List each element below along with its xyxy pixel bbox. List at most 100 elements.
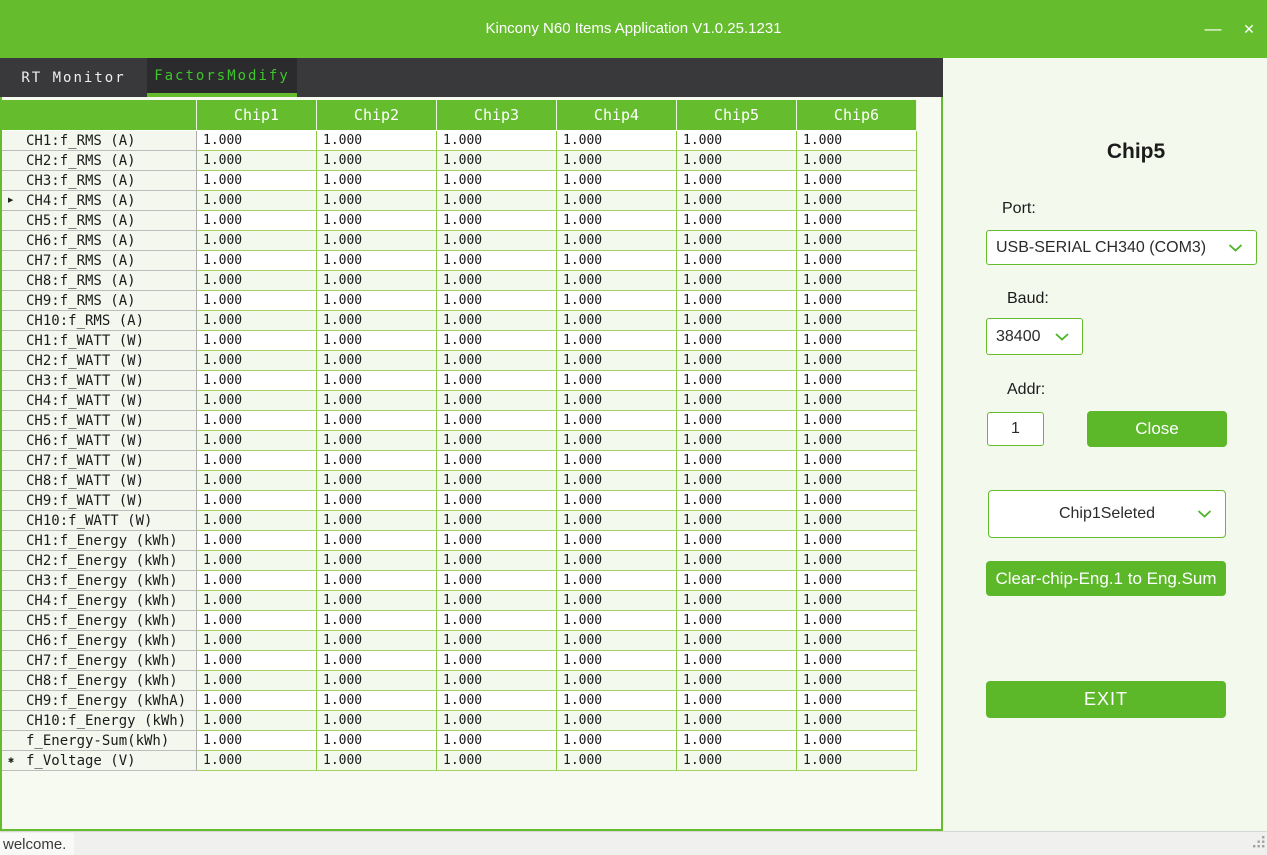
chip-select[interactable]: Chip1Seleted — [988, 490, 1226, 538]
table-cell[interactable]: 1.000 — [317, 391, 437, 411]
table-cell[interactable]: 1.000 — [317, 151, 437, 171]
close-port-button[interactable]: Close — [1087, 411, 1227, 447]
table-cell[interactable]: 1.000 — [677, 571, 797, 591]
table-cell[interactable]: 1.000 — [317, 611, 437, 631]
table-cell[interactable]: 1.000 — [797, 471, 917, 491]
table-cell[interactable]: 1.000 — [437, 351, 557, 371]
row-header[interactable]: ▶ CH4:f_RMS (A) — [2, 191, 197, 211]
row-header[interactable]: CH5:f_Energy (kWh) — [2, 611, 197, 631]
table-cell[interactable]: 1.000 — [317, 371, 437, 391]
table-cell[interactable]: 1.000 — [797, 691, 917, 711]
row-header[interactable]: CH8:f_Energy (kWh) — [2, 671, 197, 691]
table-cell[interactable]: 1.000 — [797, 511, 917, 531]
table-cell[interactable]: 1.000 — [557, 411, 677, 431]
table-cell[interactable]: 1.000 — [797, 311, 917, 331]
table-cell[interactable]: 1.000 — [317, 171, 437, 191]
table-cell[interactable]: 1.000 — [797, 251, 917, 271]
table-cell[interactable]: 1.000 — [197, 271, 317, 291]
table-cell[interactable]: 1.000 — [437, 671, 557, 691]
table-cell[interactable]: 1.000 — [197, 211, 317, 231]
table-cell[interactable]: 1.000 — [677, 651, 797, 671]
table-cell[interactable]: 1.000 — [677, 511, 797, 531]
table-cell[interactable]: 1.000 — [317, 191, 437, 211]
table-cell[interactable]: 1.000 — [677, 711, 797, 731]
table-cell[interactable]: 1.000 — [797, 671, 917, 691]
table-cell[interactable]: 1.000 — [557, 271, 677, 291]
row-header[interactable]: CH10:f_Energy (kWh) — [2, 711, 197, 731]
row-header[interactable]: CH6:f_RMS (A) — [2, 231, 197, 251]
table-cell[interactable]: 1.000 — [437, 531, 557, 551]
table-cell[interactable]: 1.000 — [197, 431, 317, 451]
column-header-chip6[interactable]: Chip6 — [797, 100, 917, 131]
table-cell[interactable]: 1.000 — [197, 551, 317, 571]
table-cell[interactable]: 1.000 — [557, 511, 677, 531]
row-header[interactable]: CH8:f_WATT (W) — [2, 471, 197, 491]
table-cell[interactable]: 1.000 — [317, 271, 437, 291]
table-cell[interactable]: 1.000 — [557, 571, 677, 591]
table-cell[interactable]: 1.000 — [677, 171, 797, 191]
addr-input[interactable]: 1 — [987, 412, 1044, 446]
table-cell[interactable]: 1.000 — [797, 131, 917, 151]
table-cell[interactable]: 1.000 — [557, 531, 677, 551]
port-select[interactable]: USB-SERIAL CH340 (COM3) — [986, 230, 1257, 265]
table-cell[interactable]: 1.000 — [557, 631, 677, 651]
table-cell[interactable]: 1.000 — [197, 731, 317, 751]
table-cell[interactable]: 1.000 — [797, 271, 917, 291]
table-cell[interactable]: 1.000 — [677, 131, 797, 151]
table-cell[interactable]: 1.000 — [317, 291, 437, 311]
row-header[interactable]: CH3:f_RMS (A) — [2, 171, 197, 191]
table-cell[interactable]: 1.000 — [797, 651, 917, 671]
table-cell[interactable]: 1.000 — [437, 711, 557, 731]
table-cell[interactable]: 1.000 — [797, 291, 917, 311]
table-cell[interactable]: 1.000 — [797, 191, 917, 211]
table-cell[interactable]: 1.000 — [797, 491, 917, 511]
table-cell[interactable]: 1.000 — [797, 551, 917, 571]
table-cell[interactable]: 1.000 — [677, 251, 797, 271]
table-cell[interactable]: 1.000 — [797, 391, 917, 411]
table-cell[interactable]: 1.000 — [197, 171, 317, 191]
table-cell[interactable]: 1.000 — [677, 611, 797, 631]
row-header[interactable]: CH7:f_RMS (A) — [2, 251, 197, 271]
table-cell[interactable]: 1.000 — [197, 231, 317, 251]
table-cell[interactable]: 1.000 — [437, 651, 557, 671]
table-cell[interactable]: 1.000 — [437, 571, 557, 591]
table-cell[interactable]: 1.000 — [317, 531, 437, 551]
table-cell[interactable]: 1.000 — [677, 591, 797, 611]
table-cell[interactable]: 1.000 — [557, 191, 677, 211]
table-cell[interactable]: 1.000 — [317, 411, 437, 431]
table-cell[interactable]: 1.000 — [317, 551, 437, 571]
table-cell[interactable]: 1.000 — [797, 591, 917, 611]
table-cell[interactable]: 1.000 — [677, 691, 797, 711]
table-cell[interactable]: 1.000 — [437, 311, 557, 331]
table-cell[interactable]: 1.000 — [317, 211, 437, 231]
table-cell[interactable]: 1.000 — [797, 751, 917, 771]
table-cell[interactable]: 1.000 — [557, 551, 677, 571]
table-cell[interactable]: 1.000 — [797, 731, 917, 751]
table-cell[interactable]: 1.000 — [797, 711, 917, 731]
table-cell[interactable]: 1.000 — [197, 471, 317, 491]
table-cell[interactable]: 1.000 — [437, 331, 557, 351]
resize-grip-icon[interactable] — [1252, 835, 1265, 853]
row-header[interactable]: CH6:f_Energy (kWh) — [2, 631, 197, 651]
table-cell[interactable]: 1.000 — [437, 451, 557, 471]
table-cell[interactable]: 1.000 — [677, 431, 797, 451]
row-header[interactable]: CH1:f_RMS (A) — [2, 131, 197, 151]
table-cell[interactable]: 1.000 — [197, 391, 317, 411]
table-cell[interactable]: 1.000 — [197, 611, 317, 631]
table-cell[interactable]: 1.000 — [197, 331, 317, 351]
table-cell[interactable]: 1.000 — [557, 591, 677, 611]
minimize-button[interactable]: — — [1195, 0, 1231, 58]
table-cell[interactable]: 1.000 — [437, 431, 557, 451]
table-cell[interactable]: 1.000 — [197, 691, 317, 711]
table-cell[interactable]: 1.000 — [437, 191, 557, 211]
table-cell[interactable]: 1.000 — [677, 271, 797, 291]
table-cell[interactable]: 1.000 — [677, 551, 797, 571]
table-cell[interactable]: 1.000 — [437, 171, 557, 191]
table-cell[interactable]: 1.000 — [317, 431, 437, 451]
table-cell[interactable]: 1.000 — [197, 651, 317, 671]
table-cell[interactable]: 1.000 — [677, 631, 797, 651]
table-cell[interactable]: 1.000 — [677, 371, 797, 391]
table-cell[interactable]: 1.000 — [317, 571, 437, 591]
table-cell[interactable]: 1.000 — [317, 751, 437, 771]
table-cell[interactable]: 1.000 — [317, 451, 437, 471]
